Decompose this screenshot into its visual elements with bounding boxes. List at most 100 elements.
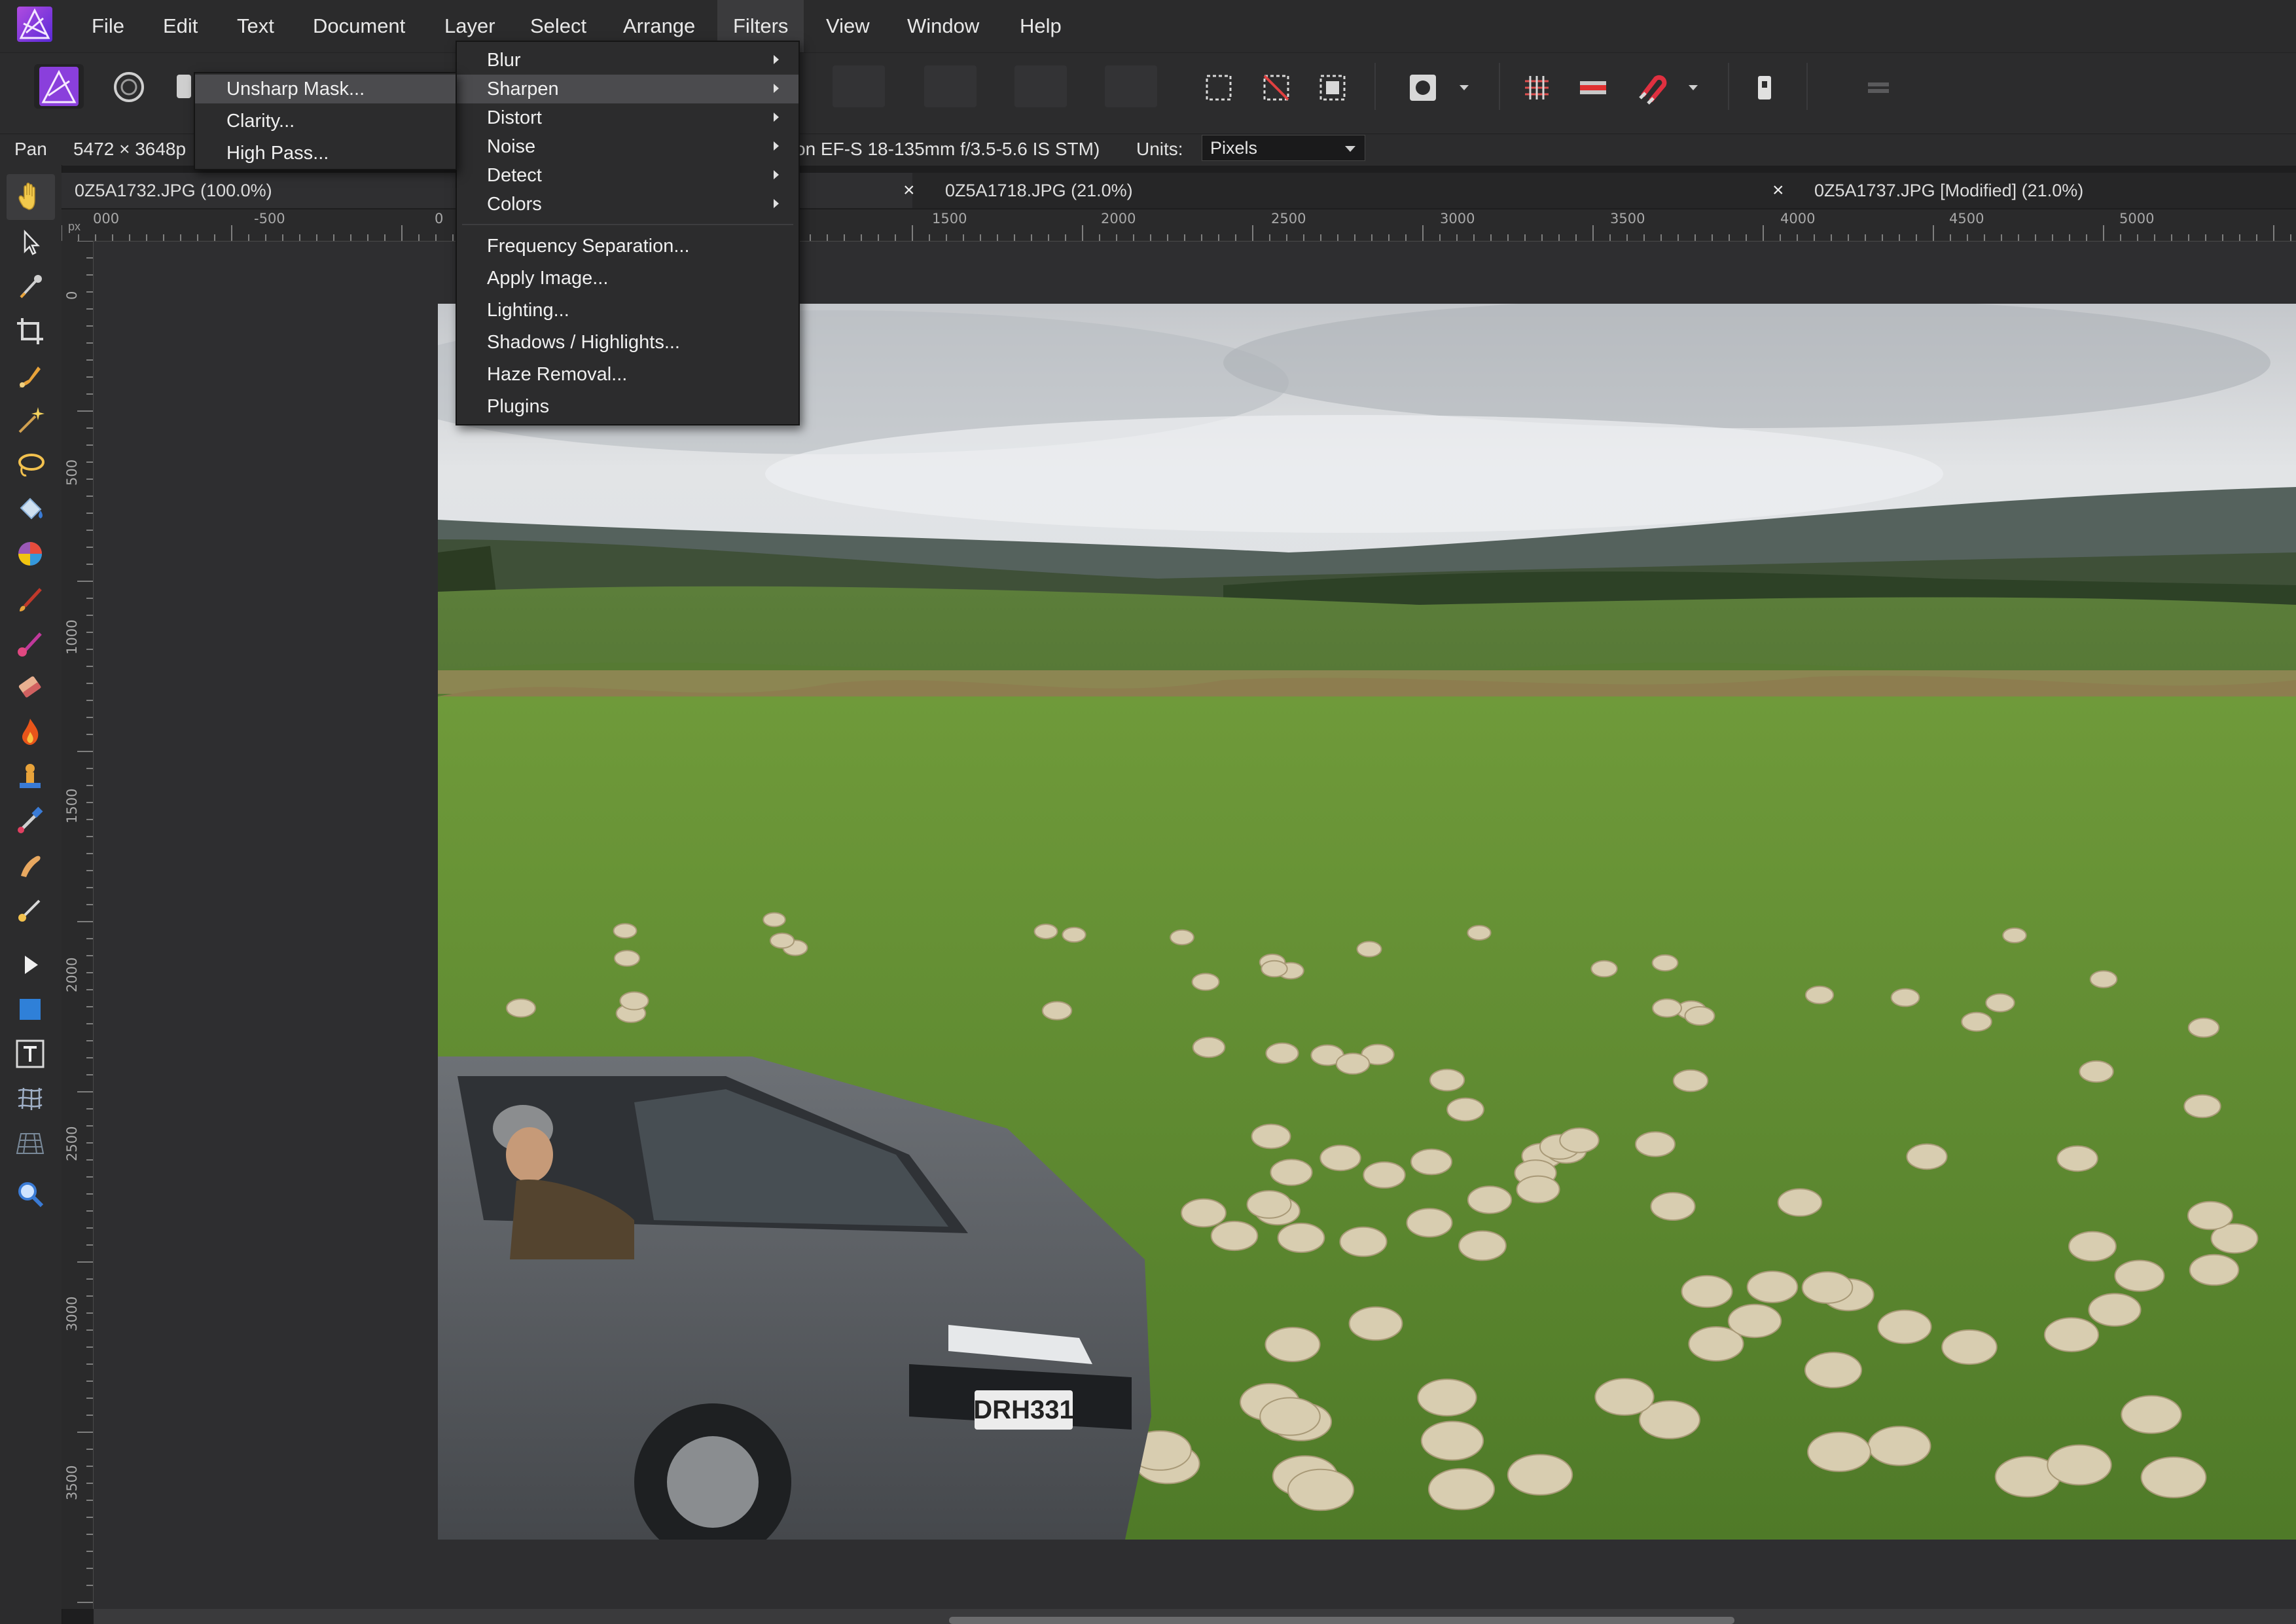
menu-view[interactable]: View	[826, 0, 870, 52]
menu-help[interactable]: Help	[1020, 0, 1062, 52]
clone-brush-tool[interactable]	[12, 758, 48, 795]
menu-text[interactable]: Text	[237, 0, 274, 52]
filters-menu-blur[interactable]: Blur	[457, 46, 798, 75]
flood-fill-tool[interactable]	[12, 491, 48, 528]
zoom-tool[interactable]	[12, 1176, 48, 1212]
filters-menu-frequency-separation[interactable]: Frequency Separation...	[457, 232, 798, 261]
align-left-button[interactable]	[833, 65, 885, 107]
dodge-brush-tool[interactable]	[12, 713, 48, 750]
guides-button[interactable]	[1575, 69, 1611, 106]
affinity-photo-logo-icon[interactable]	[14, 4, 55, 45]
eraser-icon	[18, 676, 41, 698]
submenu-arrow-icon	[774, 84, 779, 93]
sheep	[1041, 1001, 1073, 1020]
sheep	[1265, 1327, 1321, 1362]
perspective-tool[interactable]	[12, 1125, 48, 1161]
liquify-persona-icon	[114, 72, 144, 102]
filters-menu-shadows-highlights[interactable]: Shadows / Highlights...	[457, 328, 798, 357]
filters-menu-apply-image[interactable]: Apply Image...	[457, 264, 798, 293]
marquee-selection-button[interactable]	[1200, 69, 1237, 106]
sheep	[1319, 1144, 1361, 1172]
view-tool[interactable]	[12, 178, 48, 215]
arrange-button[interactable]	[1860, 69, 1897, 106]
filters-menu-sharpen[interactable]: Sharpen	[457, 75, 798, 103]
sheep	[1420, 1420, 1484, 1461]
freehand-selection-tool[interactable]	[12, 446, 48, 483]
rectangle-tool[interactable]	[12, 991, 48, 1028]
tab-document-2[interactable]: 0Z5A1718.JPG (21.0%)	[945, 173, 1133, 208]
sheep	[1251, 1123, 1291, 1149]
invert-selection-button[interactable]	[1314, 69, 1351, 106]
snapping-button[interactable]	[1634, 69, 1670, 106]
perspective-grid-icon	[16, 1133, 45, 1154]
menu-window[interactable]: Window	[907, 0, 979, 52]
healing-brush-tool[interactable]	[12, 803, 48, 839]
sharpen-menu-clarity[interactable]: Clarity...	[195, 107, 456, 135]
liquify-persona-button[interactable]	[110, 68, 148, 106]
license-plate-text: DRH331	[973, 1396, 1073, 1424]
crop-tool[interactable]	[12, 313, 48, 350]
quick-mask-dropdown[interactable]	[1457, 81, 1471, 94]
photo-persona-button[interactable]	[34, 64, 84, 109]
filters-menu-distort[interactable]: Distort	[457, 103, 798, 132]
horizontal-scrollbar-thumb[interactable]	[949, 1617, 1734, 1624]
menu-document[interactable]: Document	[313, 0, 405, 52]
magic-wand-tool[interactable]	[12, 402, 48, 439]
mesh-warp-tool[interactable]	[12, 1080, 48, 1117]
color-replacement-brush-tool[interactable]	[12, 624, 48, 661]
document-image[interactable]: DRH331	[372, 297, 2296, 1561]
grid-button[interactable]	[1518, 69, 1555, 106]
filters-menu-noise[interactable]: Noise	[457, 132, 798, 161]
filters-menu-colors[interactable]: Colors	[457, 190, 798, 219]
sheep	[2079, 1060, 2114, 1083]
align-top-button[interactable]	[924, 65, 977, 107]
filters-menu-detect[interactable]: Detect	[457, 161, 798, 190]
gradient-tool[interactable]	[12, 535, 48, 572]
selection-brush-tool[interactable]	[12, 357, 48, 394]
align-bottom-button[interactable]	[1014, 65, 1067, 107]
ruler-v-label: 1500	[64, 788, 80, 823]
color-picker-tool[interactable]	[12, 268, 48, 305]
smudge-brush-tool[interactable]	[12, 847, 48, 884]
node-tool[interactable]	[12, 947, 48, 983]
tab-close-2-icon[interactable]: ×	[1772, 173, 1784, 208]
tab-document-3[interactable]: 0Z5A1737.JPG [Modified] (21.0%)	[1814, 173, 2083, 208]
paint-brush-tool[interactable]	[12, 580, 48, 617]
menu-edit[interactable]: Edit	[163, 0, 198, 52]
sheep	[1804, 1352, 1863, 1388]
sheep	[2183, 1094, 2221, 1119]
sheep	[2189, 1254, 2240, 1286]
sheep	[769, 932, 795, 949]
tab-document-1[interactable]: 0Z5A1732.JPG (100.0%)	[75, 173, 272, 208]
sheep	[2187, 1200, 2234, 1231]
menu-item-label: Noise	[487, 136, 536, 157]
ruler-h-label: 3500	[1610, 211, 1645, 226]
filters-menu-lighting[interactable]: Lighting...	[457, 296, 798, 325]
erase-brush-tool[interactable]	[12, 669, 48, 706]
tab-close-1-icon[interactable]: ×	[903, 173, 915, 208]
selection-brush-icon	[20, 367, 41, 388]
snapping-dropdown[interactable]	[1686, 81, 1700, 94]
ruler-h-label: 3000	[1440, 211, 1475, 226]
current-tool-label: Pan	[14, 139, 47, 159]
sharpen-menu-high-pass[interactable]: High Pass...	[195, 139, 456, 168]
sheep	[1170, 929, 1194, 946]
artistic-text-tool[interactable]	[12, 1036, 48, 1072]
move-tool[interactable]	[12, 224, 48, 261]
sheep	[2187, 1017, 2220, 1038]
menu-file[interactable]: File	[92, 0, 124, 52]
sheep	[619, 991, 649, 1011]
assistant-button[interactable]	[1746, 69, 1783, 106]
sharpen-menu-unsharp-mask[interactable]: Unsharp Mask...	[195, 75, 456, 103]
filters-menu-plugins[interactable]: Plugins	[457, 392, 798, 421]
mixer-brush-tool[interactable]	[12, 892, 48, 928]
deselect-button[interactable]	[1258, 69, 1295, 106]
units-dropdown[interactable]: Pixels	[1202, 135, 1365, 161]
sheep	[1192, 1036, 1226, 1058]
develop-persona-button[interactable]	[174, 71, 194, 103]
sheep	[1684, 1006, 1715, 1026]
filters-menu-haze-removal[interactable]: Haze Removal...	[457, 360, 798, 389]
align-center-button[interactable]	[1105, 65, 1157, 107]
quick-mask-button[interactable]	[1405, 69, 1441, 106]
sheep	[1417, 1379, 1477, 1416]
